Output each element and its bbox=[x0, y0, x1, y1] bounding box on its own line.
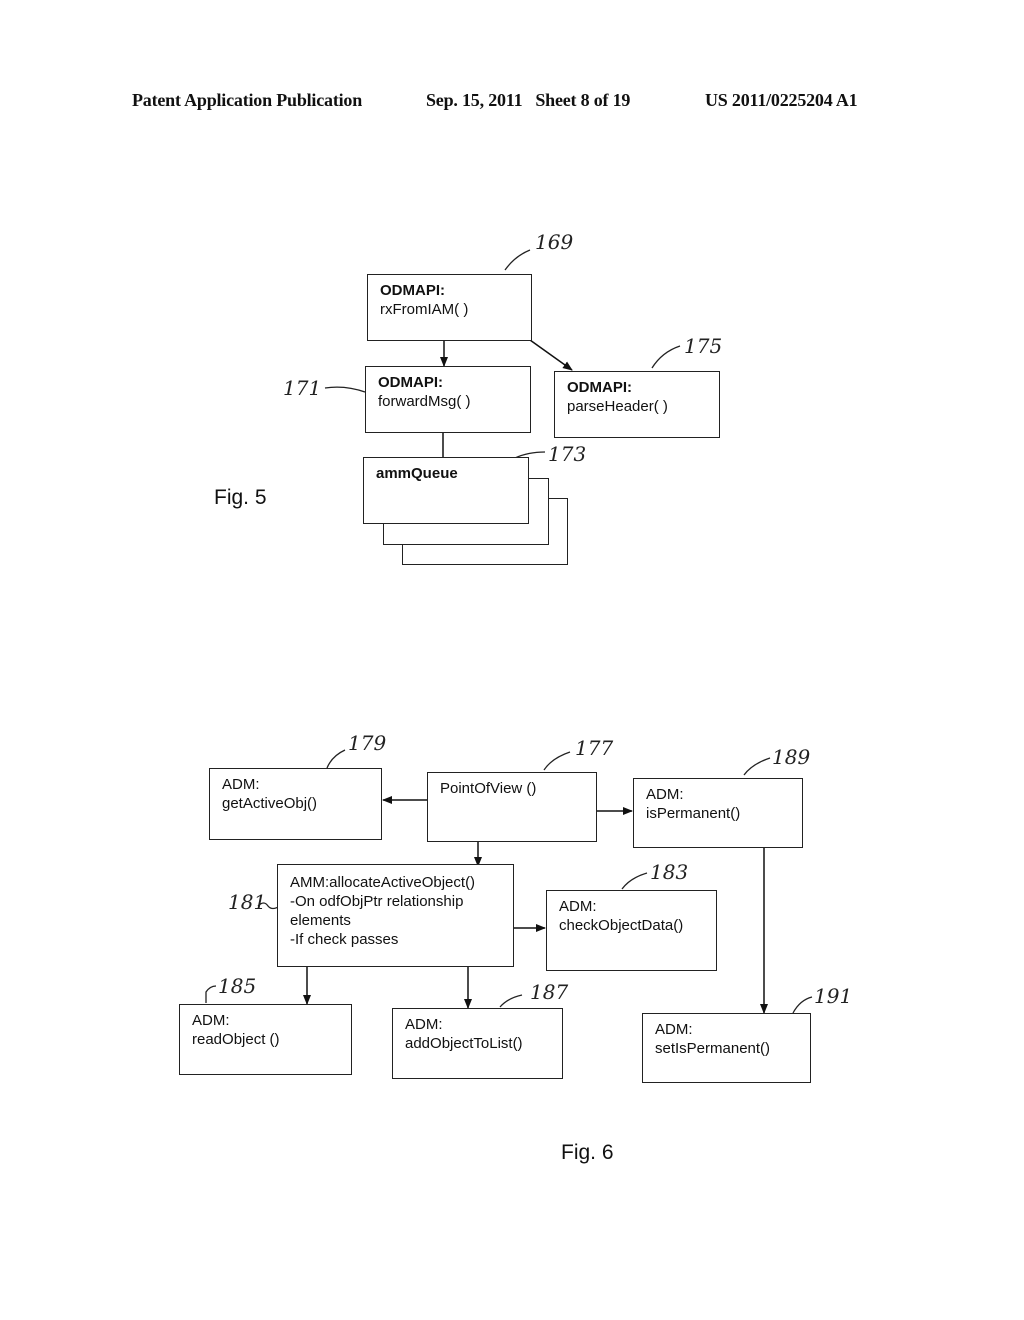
box-line: getActiveObj() bbox=[222, 795, 318, 812]
box-method: rxFromIAM( ) bbox=[380, 301, 469, 318]
box-line: ADM: bbox=[405, 1016, 443, 1033]
arrow-rx-to-parse bbox=[529, 339, 573, 371]
ref-177: 177 bbox=[575, 736, 614, 760]
box-line: readObject () bbox=[192, 1031, 280, 1048]
box-rx-from-iam: ODMAPI: rxFromIAM( ) bbox=[367, 274, 532, 341]
box-add-object-to-list: ADM: addObjectToList() bbox=[392, 1008, 563, 1079]
box-line: checkObjectData() bbox=[559, 917, 684, 934]
figure-5-caption: Fig. 5 bbox=[214, 486, 267, 509]
ref-171: 171 bbox=[283, 376, 322, 400]
box-line: AMM:allocateActiveObject() bbox=[290, 874, 476, 891]
box-line: ADM: bbox=[192, 1012, 230, 1029]
ref-187: 187 bbox=[530, 980, 569, 1004]
box-line: addObjectToList() bbox=[405, 1035, 523, 1052]
ref-175: 175 bbox=[684, 334, 723, 358]
box-line: elements bbox=[290, 912, 351, 929]
box-amm-queue: ammQueue bbox=[363, 457, 529, 524]
box-line: PointOfView () bbox=[440, 780, 537, 797]
box-is-permanent: ADM: isPermanent() bbox=[633, 778, 803, 848]
box-title: ODMAPI: bbox=[567, 379, 632, 396]
box-line: ADM: bbox=[655, 1021, 693, 1038]
box-check-object-data: ADM: checkObjectData() bbox=[546, 890, 717, 971]
ref-191: 191 bbox=[814, 984, 853, 1008]
box-title: ODMAPI: bbox=[380, 282, 445, 299]
box-line: isPermanent() bbox=[646, 805, 741, 822]
box-read-object: ADM: readObject () bbox=[179, 1004, 352, 1075]
box-forward-msg: ODMAPI: forwardMsg( ) bbox=[365, 366, 531, 433]
box-method: forwardMsg( ) bbox=[378, 393, 471, 410]
box-title: ODMAPI: bbox=[378, 374, 443, 391]
box-line: ADM: bbox=[559, 898, 597, 915]
box-method: parseHeader( ) bbox=[567, 398, 668, 415]
box-get-active-obj: ADM: getActiveObj() bbox=[209, 768, 382, 840]
ref-169: 169 bbox=[535, 230, 574, 254]
ref-173: 173 bbox=[548, 442, 587, 466]
ref-181: 181 bbox=[228, 890, 267, 914]
ref-185: 185 bbox=[218, 974, 257, 998]
box-line: ADM: bbox=[646, 786, 684, 803]
box-line: -On odfObjPtr relationship bbox=[290, 893, 464, 910]
box-title: ammQueue bbox=[376, 465, 458, 482]
ref-189: 189 bbox=[772, 745, 811, 769]
box-line: -If check passes bbox=[290, 931, 399, 948]
box-line: setIsPermanent() bbox=[655, 1040, 771, 1057]
box-line: ADM: bbox=[222, 776, 260, 793]
box-parse-header: ODMAPI: parseHeader( ) bbox=[554, 371, 720, 438]
ref-183: 183 bbox=[650, 860, 689, 884]
box-point-of-view: PointOfView () bbox=[427, 772, 597, 842]
box-set-is-permanent: ADM: setIsPermanent() bbox=[642, 1013, 811, 1083]
figure-6-caption: Fig. 6 bbox=[561, 1141, 614, 1164]
box-allocate-active-object: AMM:allocateActiveObject() -On odfObjPtr… bbox=[277, 864, 514, 967]
ref-179: 179 bbox=[348, 731, 387, 755]
connector-lines bbox=[205, 249, 813, 1014]
